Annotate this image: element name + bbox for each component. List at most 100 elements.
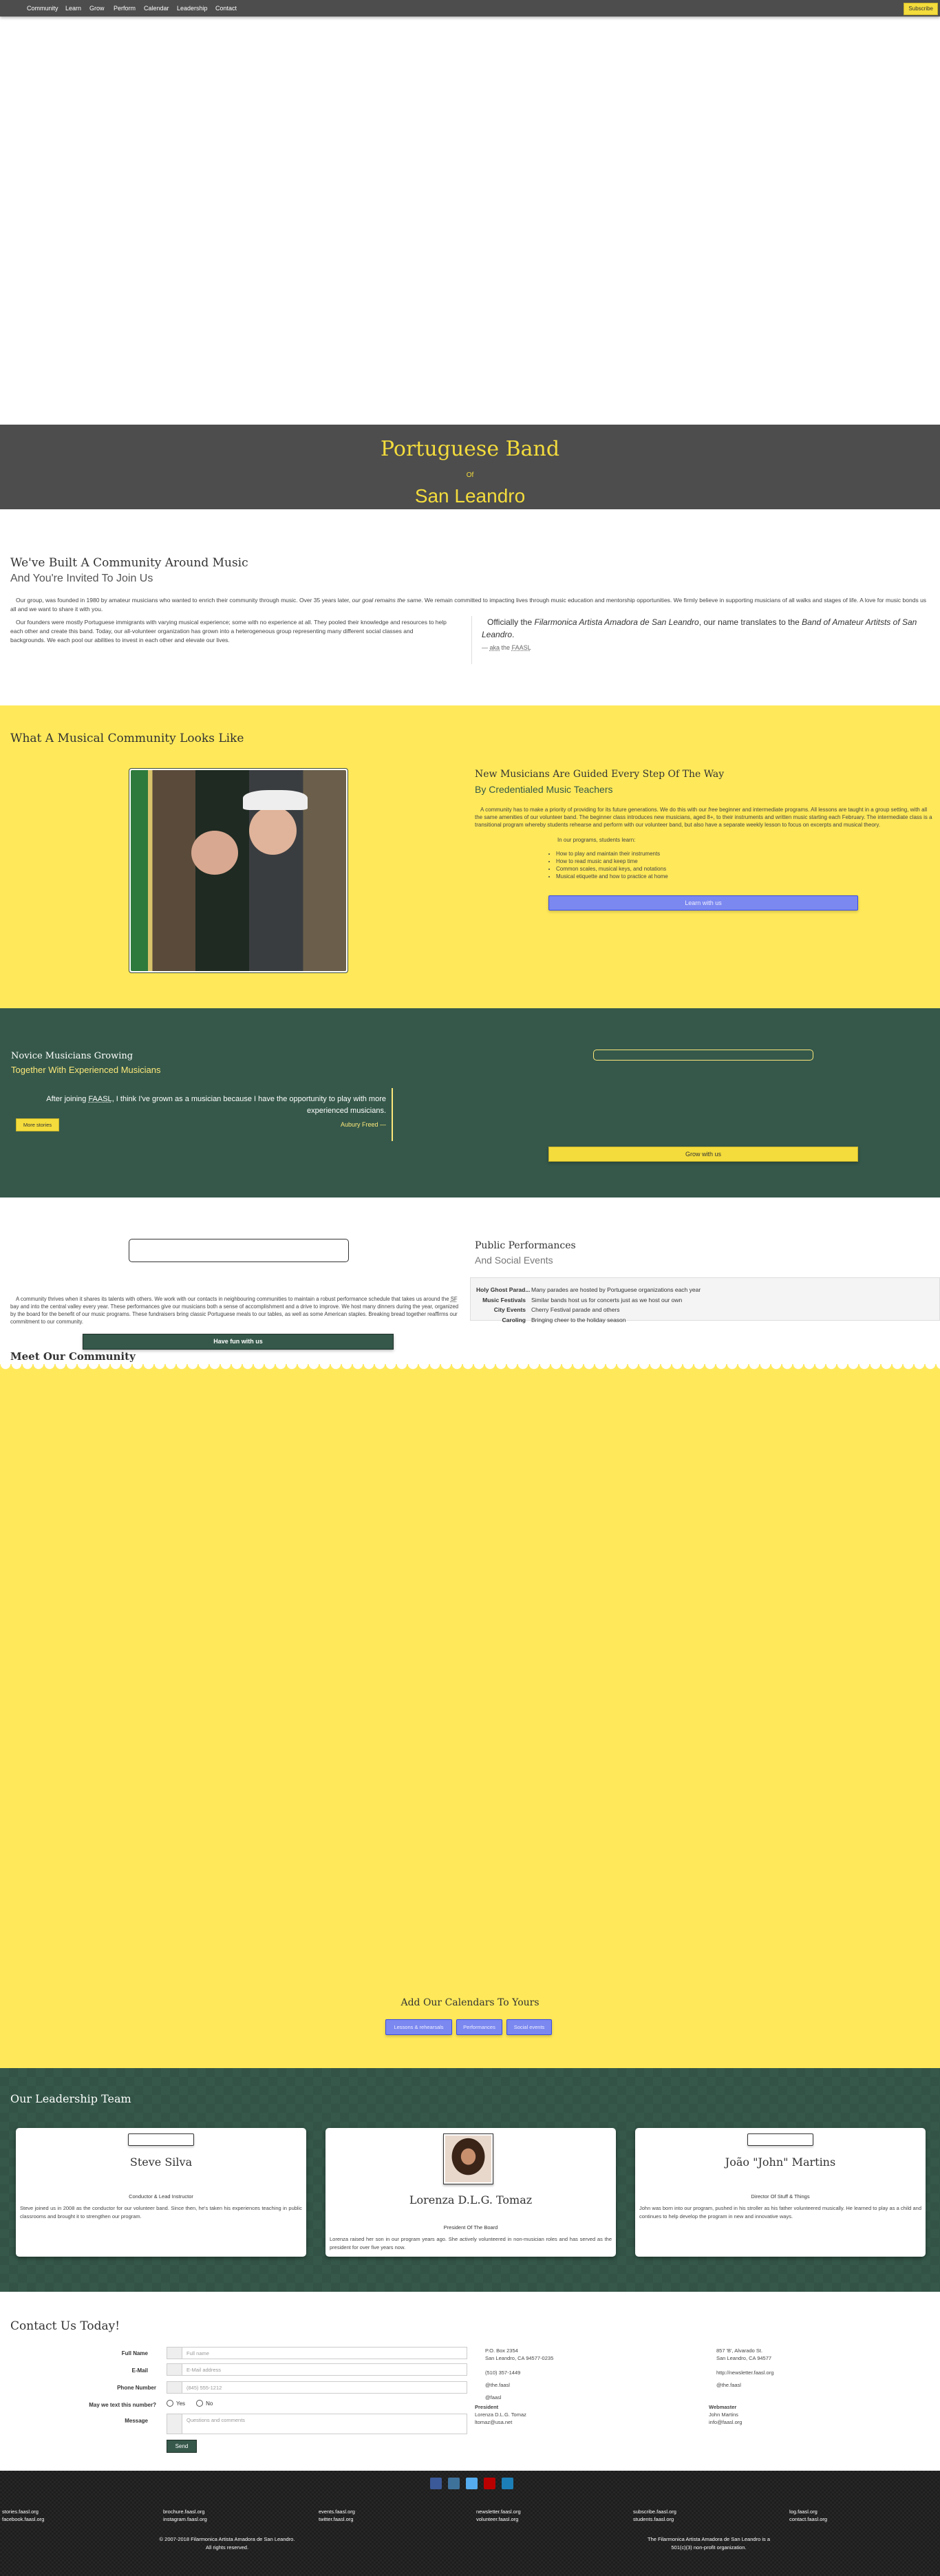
webmaster-contact: Webmaster John Martins info@faasl.org [709, 2404, 743, 2426]
grow-media-frame [593, 1050, 813, 1061]
hero-title: Portuguese Band [380, 437, 560, 461]
perform-title: Public Performances [475, 1240, 576, 1251]
leader-role: President Of The Board [443, 2224, 498, 2231]
nav-calendar[interactable]: Calendar [144, 5, 169, 12]
footer-link[interactable]: brochure.faasl.org [163, 2509, 204, 2515]
nav-contact[interactable]: Contact [215, 5, 237, 12]
calendar-section: Add Our Calendars To Yours Lessons & reh… [0, 1364, 940, 2068]
hero-of: Of [466, 471, 474, 479]
footer: stories.faasl.org facebook.faasl.org bro… [0, 2471, 940, 2576]
footer-link[interactable]: stories.faasl.org [2, 2509, 39, 2515]
phone-input[interactable]: (845) 555-1212 [167, 2381, 467, 2394]
footer-link[interactable]: volunteer.faasl.org [476, 2516, 518, 2522]
twitter-icon[interactable] [466, 2478, 478, 2489]
band-photo [129, 768, 348, 973]
footer-link[interactable]: newsletter.faasl.org [476, 2509, 521, 2515]
nav-grow[interactable]: Grow [89, 5, 105, 12]
facebook-icon[interactable] [430, 2478, 442, 2489]
meet-community-title: Meet Our Community [10, 1350, 136, 1363]
perform-subtitle: And Social Events [475, 1255, 553, 1266]
calendar-performances-button[interactable]: Performances [456, 2019, 502, 2035]
full-name-label: Full Name [121, 2350, 148, 2356]
webmaster-email[interactable]: info@faasl.org [709, 2418, 742, 2426]
more-stories-button[interactable]: More stories [16, 1118, 59, 1131]
leader-photo-frame [128, 2133, 194, 2146]
have-fun-button[interactable]: Have fun with us [83, 1334, 394, 1350]
newsletter-link[interactable]: http://newsletter.faasl.org [716, 2369, 773, 2376]
radio-yes[interactable] [167, 2400, 173, 2407]
footer-link[interactable]: events.faasl.org [319, 2509, 355, 2515]
leader-card: João "John" Martins Director Of Stuff & … [635, 2128, 926, 2257]
learn-section-title: What A Musical Community Looks Like [10, 732, 244, 745]
full-name-input[interactable]: Full name [167, 2347, 467, 2359]
event-name: Holy Ghost Parad... [476, 1286, 531, 1293]
instagram-icon[interactable] [448, 2478, 460, 2489]
event-description: Cherry Festival parade and others [531, 1306, 620, 1313]
leader-bio: Lorenza raised her son in our program ye… [330, 2236, 612, 2250]
leader-photo-frame [747, 2133, 813, 2146]
footer-link[interactable]: instagram.faasl.org [163, 2516, 207, 2522]
list-item: How to play and maintain their instrumen… [556, 850, 936, 858]
footer-link[interactable]: facebook.faasl.org [2, 2516, 44, 2522]
social-handle[interactable]: @the.faasl [485, 2381, 510, 2389]
president-email[interactable]: ltomaz@usa.net [475, 2418, 526, 2426]
leader-card: Lorenza D.L.G. Tomaz President Of The Bo… [325, 2128, 616, 2257]
grow-with-us-button[interactable]: Grow with us [548, 1147, 858, 1162]
footer-link[interactable]: log.faasl.org [789, 2509, 818, 2515]
leader-name: Lorenza D.L.G. Tomaz [409, 2193, 533, 2206]
text-permission-label: May we text this number? [89, 2402, 156, 2408]
grow-quote: After joining FAASL, I think I've grown … [21, 1088, 393, 1141]
radio-no[interactable] [196, 2400, 204, 2407]
wave-divider [0, 1364, 940, 1371]
learn-paragraph: A community has to make a priority of pr… [475, 807, 932, 828]
event-row: Holy Ghost Parad... Many parades are host… [476, 1285, 939, 1295]
event-description: Similar bands host us for concerts just … [531, 1296, 683, 1303]
leadership-title: Our Leadership Team [10, 2092, 131, 2105]
subscribe-button[interactable]: Subscribe [904, 3, 938, 15]
radio-no-label: No [206, 2400, 213, 2407]
email-label: E-Mail [131, 2367, 148, 2374]
message-textarea[interactable]: Questions and comments [167, 2414, 467, 2434]
calendar-lessons-button[interactable]: Lessons & rehearsals [385, 2019, 452, 2035]
quote-text: Officially the Filarmonica Artista Amado… [482, 617, 917, 639]
calendar-title: Add Our Calendars To Yours [400, 1997, 540, 2008]
social-handle[interactable]: @faasl [485, 2394, 501, 2401]
community-paragraph-1: Our group, was founded in 1980 by amateu… [10, 597, 927, 613]
community-title: We've Built A Community Around Music [10, 556, 248, 570]
leader-photo [443, 2133, 493, 2184]
copyright: © 2007-2018 Filarmonica Artista Amadora … [159, 2536, 295, 2551]
learn-title: New Musicians Are Guided Every Step Of T… [475, 769, 725, 780]
nav-leadership[interactable]: Leadership [177, 5, 208, 12]
nav-community[interactable]: Community [27, 5, 58, 12]
list-item: Musical etiquette and how to practice at… [556, 873, 936, 880]
list-item: How to read music and keep time [556, 858, 936, 865]
footer-link[interactable]: contact.faasl.org [789, 2516, 827, 2522]
event-name: City Events [493, 1306, 526, 1313]
perform-paragraph: A community thrives when it shares its t… [10, 1296, 459, 1325]
learn-with-us-button[interactable]: Learn with us [548, 895, 858, 911]
leader-role: Conductor & Lead Instructor [129, 2193, 193, 2200]
linkedin-icon[interactable] [502, 2478, 513, 2489]
grow-title: Novice Musicians Growing [11, 1051, 133, 1061]
president-contact: President Lorenza D.L.G. Tomaz ltomaz@usa.… [475, 2404, 526, 2426]
email-input[interactable]: E-Mail address [167, 2363, 467, 2376]
office-address: 857 'B', Alvarado St. San Leandro, CA 945… [716, 2348, 772, 2361]
nav-learn[interactable]: Learn [65, 5, 81, 12]
message-label: Message [125, 2418, 148, 2424]
social-handle[interactable]: @the.faasl [716, 2381, 741, 2389]
leader-bio: Steve joined us in 2008 as the conductor… [20, 2205, 302, 2220]
top-nav: Community Learn Grow Perform Calendar Le… [0, 0, 940, 17]
calendar-social-button[interactable]: Social events [506, 2019, 552, 2035]
grow-quote-cite: Aubury Freed — [340, 1121, 386, 1128]
phone-number[interactable]: (510) 357-1449 [485, 2369, 520, 2376]
perform-media-frame [129, 1239, 349, 1262]
phone-label: Phone Number [117, 2385, 156, 2391]
footer-link[interactable]: twitter.faasl.org [319, 2516, 353, 2522]
nav-perform[interactable]: Perform [114, 5, 136, 12]
footer-link[interactable]: subscribe.faasl.org [633, 2509, 676, 2515]
mailing-address: P.O. Box 2354 San Leandro, CA 94577-0235 [485, 2348, 554, 2361]
youtube-icon[interactable] [484, 2478, 495, 2489]
footer-link[interactable]: students.faasl.org [633, 2516, 674, 2522]
leader-name: João "John" Martins [725, 2155, 836, 2169]
send-button[interactable]: Send [167, 2440, 197, 2453]
